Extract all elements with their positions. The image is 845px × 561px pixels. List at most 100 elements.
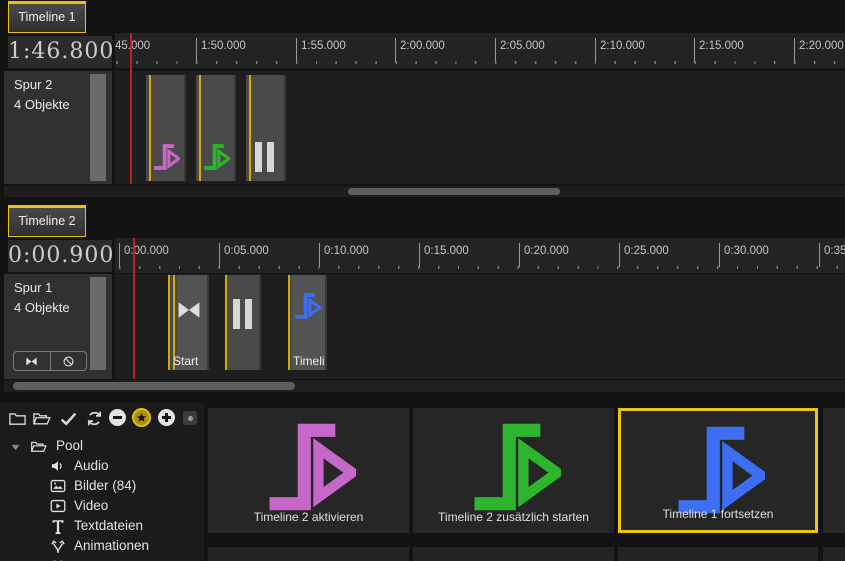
open-folder-icon <box>30 438 47 455</box>
tab-timeline-2[interactable]: Timeline 2 <box>8 205 86 237</box>
clip-start-marker <box>288 275 290 370</box>
closed-folder-icon <box>8 409 27 428</box>
knob-icon <box>188 416 193 421</box>
tree-item-textdateien[interactable]: Textdateien <box>0 517 204 536</box>
clip-start-marker <box>168 275 170 370</box>
pause-icon <box>245 299 252 329</box>
timeline2-scrollbar[interactable] <box>4 380 845 392</box>
ruler-tick: 2:20.000 <box>794 38 795 62</box>
clip-timeline-jump-magenta[interactable] <box>146 75 186 181</box>
tree-item-pool[interactable]: Pool <box>0 437 204 456</box>
timeline2-time-display: 0:00.900 <box>8 240 112 272</box>
ruler-tick: 2:10.000 <box>595 38 596 62</box>
tile-timeline2-zusaetzlich-starten[interactable]: Timeline 2 zusätzlich starten <box>413 408 614 533</box>
tile-timeline2-aktivieren[interactable]: Timeline 2 aktivieren <box>208 408 409 533</box>
timeline-jump-icon <box>467 420 561 514</box>
ruler-tick: 0:20.000 <box>519 243 520 267</box>
timeline2-section: Timeline 2 0:00.900 0:00.000 0:05.000 0:… <box>0 205 845 392</box>
ruler-tick: 2:00.000 <box>395 38 396 62</box>
timeline-editor-window: Timeline 1 1:46.800 45.000 1:50.000 1:55… <box>0 0 845 561</box>
timeline1-track-area[interactable] <box>115 71 845 184</box>
timeline1-scrollbar-thumb[interactable] <box>348 188 560 195</box>
tree-item-video[interactable]: Video <box>0 497 204 516</box>
action-tile-grid: Timeline 2 aktivieren Timeline 2 zusätzl… <box>208 400 845 561</box>
closed-folder-button[interactable] <box>8 409 27 428</box>
timeline2-ruler[interactable]: 0:00.000 0:05.000 0:10.000 0:15.000 0:20… <box>115 238 845 273</box>
clip-timeline-jump-blue[interactable]: Timeli… <box>288 275 327 370</box>
timeline1-ruler[interactable]: 45.000 1:50.000 1:55.000 2:00.000 2:05.0… <box>115 33 845 68</box>
track-button-group <box>13 351 87 371</box>
pause-icon <box>233 299 240 329</box>
timeline2-scrollbar-thumb[interactable] <box>13 382 295 390</box>
tree-item-animationen[interactable]: Animationen <box>0 537 204 556</box>
tile-empty[interactable] <box>823 408 845 533</box>
skip-to-start-icon <box>25 355 38 368</box>
minus-circle-icon <box>113 416 122 419</box>
expander-icon[interactable] <box>10 442 21 453</box>
track-header-spur1: Spur 1 4 Objekte <box>4 274 112 379</box>
refresh-icon <box>85 409 104 428</box>
track-object-count: 4 Objekte <box>14 300 70 315</box>
ruler-tick: 1:55.000 <box>296 38 297 62</box>
zoom-out-button[interactable] <box>109 409 126 426</box>
favorites-button[interactable] <box>132 408 151 427</box>
timeline1-time-display: 1:46.800 <box>8 36 112 68</box>
tile-row2[interactable] <box>823 547 845 561</box>
tree-item-bilder[interactable]: Bilder (84) <box>0 477 204 496</box>
tile-row2[interactable] <box>208 547 409 561</box>
ruler-tick: 0:00.000 <box>119 243 120 267</box>
open-folder-button[interactable] <box>32 409 51 428</box>
clip-start-marker <box>199 75 201 181</box>
timeline1-section: Timeline 1 1:46.800 45.000 1:50.000 1:55… <box>0 0 845 197</box>
ruler-tick: 0:05.000 <box>219 243 220 267</box>
checkmark-icon <box>59 409 78 428</box>
refresh-button[interactable] <box>85 409 104 428</box>
timeline-jump-icon <box>262 420 356 514</box>
ruler-tick: 0:25.000 <box>619 243 620 267</box>
track-fader[interactable] <box>90 277 106 370</box>
skip-to-start-icon <box>176 297 202 323</box>
timeline2-track-row: Spur 1 4 Objekte S <box>0 274 845 379</box>
tile-row2[interactable] <box>413 547 614 561</box>
pause-icon <box>255 142 262 172</box>
skip-to-start-button[interactable] <box>14 352 50 370</box>
tab-timeline-1-label: Timeline 1 <box>18 10 75 24</box>
detail-size-knob[interactable] <box>183 411 197 425</box>
clip-timeline-jump-green[interactable] <box>196 75 236 181</box>
timeline1-track-row: Spur 2 4 Objekte <box>0 71 845 184</box>
check-button[interactable] <box>59 409 78 428</box>
clip-pause[interactable] <box>225 275 261 370</box>
ruler-tick: 2:15.000 <box>694 38 695 62</box>
track-header-spur2: Spur 2 4 Objekte <box>4 71 112 184</box>
clip-start[interactable]: Start <box>168 275 209 370</box>
timeline-jump-icon <box>671 423 765 517</box>
ruler-tick: 0:30.000 <box>719 243 720 267</box>
timeline1-playhead <box>130 33 132 184</box>
clip-label: Timeli… <box>293 354 324 368</box>
timeline-jump-icon <box>202 142 230 172</box>
disable-button[interactable] <box>50 352 87 370</box>
track-name: Spur 2 <box>14 77 52 92</box>
tile-timeline1-fortsetzen[interactable]: Timeline 1 fortsetzen <box>618 408 818 533</box>
speaker-icon <box>50 458 66 474</box>
timeline2-track-area[interactable]: Start Timeli… <box>115 274 845 379</box>
track-fader[interactable] <box>90 74 106 181</box>
timeline-jump-icon <box>293 291 321 321</box>
ruler-minor-ticks <box>115 61 845 64</box>
tree-item-label: Animationen <box>74 538 149 553</box>
tree-item-partial[interactable] <box>0 557 204 561</box>
tile-row2[interactable] <box>618 547 818 561</box>
clip-start-marker <box>249 75 251 181</box>
track-name: Spur 1 <box>14 280 52 295</box>
zoom-in-button[interactable] <box>158 409 175 426</box>
clip-pause[interactable] <box>246 75 286 181</box>
image-icon <box>50 478 66 494</box>
ruler-tick: 0:15.000 <box>419 243 420 267</box>
no-sign-icon <box>62 355 75 368</box>
track-object-count: 4 Objekte <box>14 97 70 112</box>
tab-timeline-1[interactable]: Timeline 1 <box>8 1 86 33</box>
clip-start-marker <box>149 75 151 181</box>
tree-item-audio[interactable]: Audio <box>0 457 204 476</box>
tile-label: Timeline 2 aktivieren <box>208 510 409 524</box>
timeline1-scrollbar[interactable] <box>4 186 845 197</box>
